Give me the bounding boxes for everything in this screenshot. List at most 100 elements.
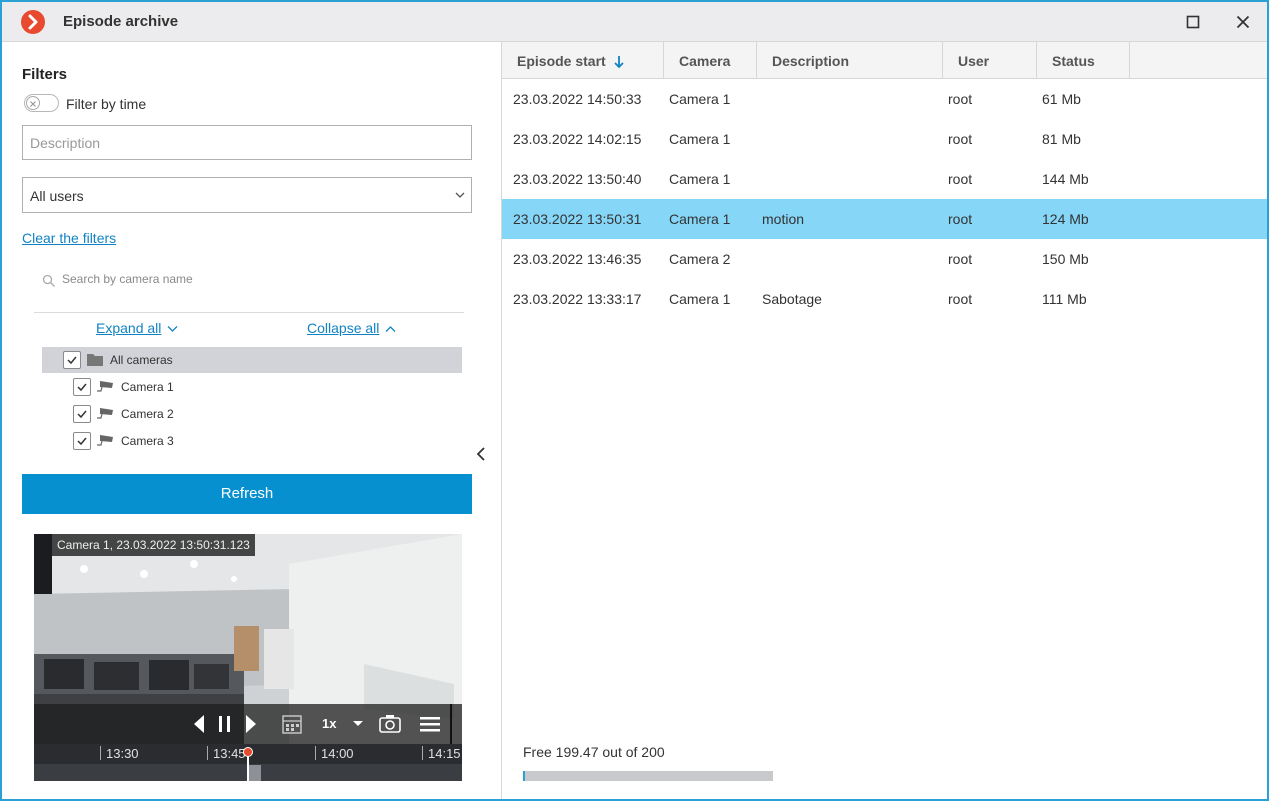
cell-description: Sabotage <box>762 291 822 307</box>
column-header-camera[interactable]: Camera <box>664 42 757 79</box>
cell-camera: Camera 1 <box>669 211 731 227</box>
camera-icon <box>97 408 113 419</box>
maximize-button[interactable] <box>1181 10 1205 34</box>
divider <box>34 312 464 313</box>
filter-by-time-label: Filter by time <box>66 96 147 112</box>
table-header: Episode start Camera Description User St… <box>502 42 1267 79</box>
speed-dropdown-icon[interactable] <box>352 720 364 728</box>
search-icon <box>42 274 55 287</box>
cell-start: 23.03.2022 14:50:33 <box>513 91 642 107</box>
expand-all-label: Expand all <box>96 320 162 336</box>
clear-filters-link[interactable]: Clear the filters <box>22 230 116 246</box>
toggle-knob <box>26 96 40 110</box>
filter-by-time-toggle[interactable] <box>24 94 59 112</box>
cell-start: 23.03.2022 14:02:15 <box>513 131 642 147</box>
pause-icon[interactable] <box>217 712 233 736</box>
tick-label: 13:45 <box>213 746 246 761</box>
cell-status: 144 Mb <box>1042 171 1089 187</box>
close-button[interactable] <box>1231 10 1255 34</box>
calendar-icon[interactable] <box>281 712 303 736</box>
column-header-label: Camera <box>679 53 731 69</box>
collapse-panel-chevron-left-icon[interactable] <box>476 446 486 462</box>
snapshot-camera-icon[interactable] <box>378 712 402 736</box>
cell-camera: Camera 1 <box>669 91 731 107</box>
table-row[interactable]: 23.03.2022 13:50:40 Camera 1 root 144 Mb <box>502 159 1267 199</box>
storage-usage-bar <box>523 771 773 781</box>
playhead-handle[interactable] <box>243 747 253 757</box>
filters-panel: Filters Filter by time Description All u… <box>2 42 502 799</box>
tree-item-camera-3[interactable]: Camera 3 <box>72 428 462 455</box>
step-forward-icon[interactable] <box>244 712 258 736</box>
column-header-label: Status <box>1052 53 1095 69</box>
column-header-user[interactable]: User <box>943 42 1037 79</box>
sort-descending-arrow-icon <box>614 56 624 69</box>
user-select-value: All users <box>30 188 84 204</box>
cell-user: root <box>948 171 973 187</box>
cell-status: 124 Mb <box>1042 211 1089 227</box>
column-header-description[interactable]: Description <box>757 42 943 79</box>
camera-search-input[interactable]: Search by camera name <box>62 272 193 286</box>
cell-description: motion <box>762 211 805 227</box>
camera-1-checkbox[interactable] <box>73 378 91 396</box>
episodes-panel: Episode start Camera Description User St… <box>502 42 1267 799</box>
cell-status: 61 Mb <box>1042 91 1081 107</box>
app-logo-icon <box>21 10 45 34</box>
cell-start: 23.03.2022 13:50:31 <box>513 211 642 227</box>
checkmark-icon <box>77 410 87 419</box>
collapse-all-link[interactable]: Collapse all <box>307 320 396 336</box>
camera-3-label: Camera 3 <box>121 434 174 448</box>
table-row[interactable]: 23.03.2022 13:46:35 Camera 2 root 150 Mb <box>502 239 1267 279</box>
episode-archive-window: Episode archive Filters Filter by time D… <box>0 0 1269 801</box>
cell-user: root <box>948 251 973 267</box>
chevron-up-icon <box>385 326 396 333</box>
timeline[interactable]: 13:30 13:45 14:00 14:15 <box>34 744 462 781</box>
folder-icon <box>87 354 103 366</box>
refresh-button[interactable]: Refresh <box>22 474 472 514</box>
table-row-selected[interactable]: 23.03.2022 13:50:31 Camera 1 motion root… <box>502 199 1267 239</box>
player-controls: 1x <box>34 704 462 744</box>
table-row[interactable]: 23.03.2022 13:33:17 Camera 1 Sabotage ro… <box>502 279 1267 319</box>
tree-item-camera-1[interactable]: Camera 1 <box>72 374 462 401</box>
camera-3-checkbox[interactable] <box>73 432 91 450</box>
tree-item-camera-2[interactable]: Camera 2 <box>72 401 462 428</box>
chevron-down-icon <box>455 192 465 198</box>
video-player[interactable]: Camera 1, 23.03.2022 13:50:31.123 1x 13:… <box>34 534 462 781</box>
tick-line <box>422 746 423 760</box>
table-row[interactable]: 23.03.2022 14:02:15 Camera 1 root 81 Mb <box>502 119 1267 159</box>
description-input[interactable]: Description <box>22 125 472 160</box>
camera-2-label: Camera 2 <box>121 407 174 421</box>
column-header-status[interactable]: Status <box>1037 42 1130 79</box>
column-header-label: User <box>958 53 990 69</box>
chevron-down-icon <box>167 326 178 333</box>
tick-line <box>100 746 101 760</box>
cell-user: root <box>948 211 973 227</box>
tree-item-all-cameras[interactable]: All cameras <box>42 347 462 373</box>
table-row[interactable]: 23.03.2022 14:50:33 Camera 1 root 61 Mb <box>502 79 1267 119</box>
camera-1-label: Camera 1 <box>121 380 174 394</box>
checkmark-icon <box>77 437 87 446</box>
camera-2-checkbox[interactable] <box>73 405 91 423</box>
video-caption: Camera 1, 23.03.2022 13:50:31.123 <box>52 534 255 556</box>
column-header-episode-start[interactable]: Episode start <box>502 42 664 79</box>
storage-usage-fill <box>523 771 525 781</box>
menu-icon[interactable] <box>420 712 440 736</box>
playback-speed[interactable]: 1x <box>322 716 336 731</box>
collapse-all-label: Collapse all <box>307 320 380 336</box>
maximize-icon <box>1186 15 1200 29</box>
tick-line <box>207 746 208 760</box>
cell-status: 111 Mb <box>1042 291 1087 307</box>
camera-icon <box>97 435 113 446</box>
all-cameras-checkbox[interactable] <box>63 351 81 369</box>
checkmark-icon <box>67 356 77 365</box>
cell-user: root <box>948 291 973 307</box>
camera-search[interactable]: Search by camera name <box>42 272 462 294</box>
step-back-icon[interactable] <box>192 712 206 736</box>
all-cameras-label: All cameras <box>110 353 173 367</box>
user-select[interactable]: All users <box>22 177 472 213</box>
playhead-line <box>247 756 249 781</box>
cell-status: 150 Mb <box>1042 251 1089 267</box>
cell-start: 23.03.2022 13:46:35 <box>513 251 642 267</box>
expand-all-link[interactable]: Expand all <box>96 320 178 336</box>
cell-camera: Camera 1 <box>669 291 731 307</box>
toggle-off-icon <box>30 101 36 107</box>
